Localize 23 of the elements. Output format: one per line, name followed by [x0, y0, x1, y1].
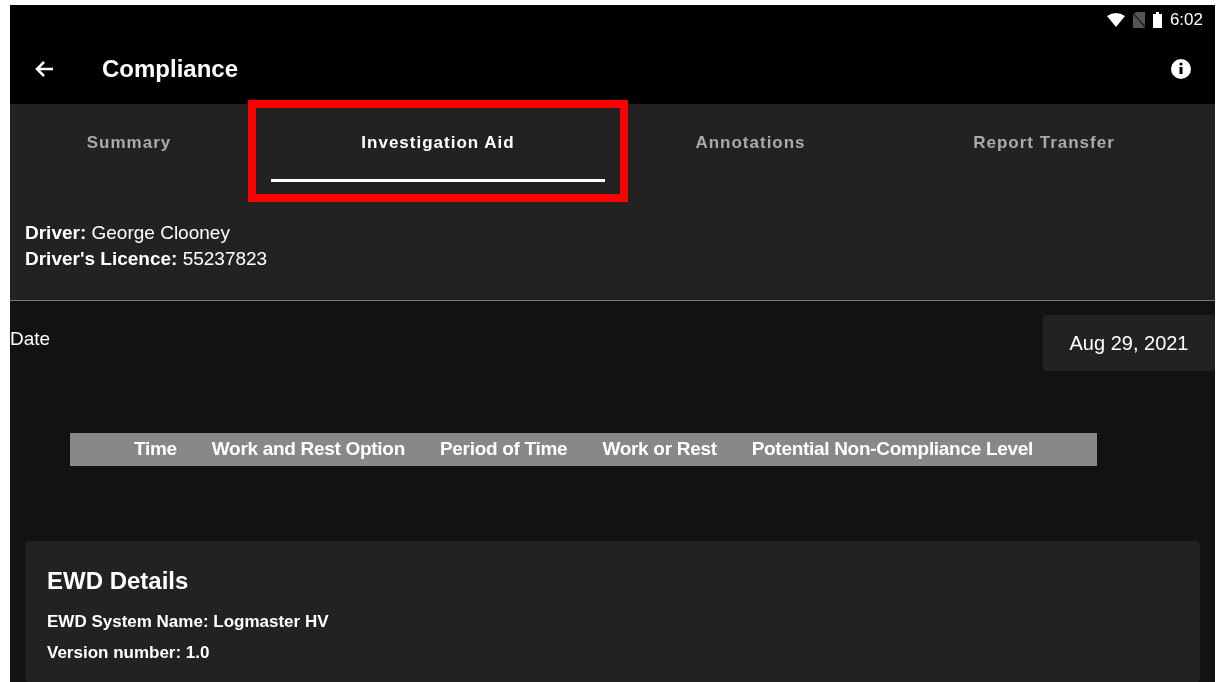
battery-icon [1152, 11, 1162, 28]
card-title: EWD Details [47, 566, 190, 596]
tab[interactable]: Annotations [679, 129, 822, 182]
no-sim-icon [1132, 11, 1145, 28]
tab[interactable]: Report Transfer [957, 129, 1131, 182]
detail-text: EWD System Name: Logmaster HV [47, 611, 330, 633]
column-header: Work or Rest [601, 437, 718, 461]
column-header: Work and Rest Option [210, 437, 406, 461]
tab[interactable]: Summary [70, 129, 188, 182]
driver-detail: Driver's Licence: 55237823 [25, 246, 269, 271]
column-header: Potential Non-Compliance Level [750, 437, 1034, 461]
column-header: Period of Time [438, 437, 569, 461]
status-time: 6:02 [1169, 8, 1203, 31]
info-icon[interactable] [1171, 58, 1191, 79]
column-header: Time [133, 437, 178, 461]
tab[interactable]: Investigation Aid [271, 129, 605, 182]
date-button[interactable]: Aug 29, 2021 [1043, 314, 1215, 371]
date-label: Date [10, 326, 51, 351]
wifi-icon [1106, 12, 1125, 27]
driver-detail: Driver: George Clooney [25, 220, 231, 245]
back-arrow-icon[interactable] [34, 59, 54, 78]
detail-text: Version number: 1.0 [47, 642, 211, 665]
screen-title: Compliance [102, 53, 239, 84]
